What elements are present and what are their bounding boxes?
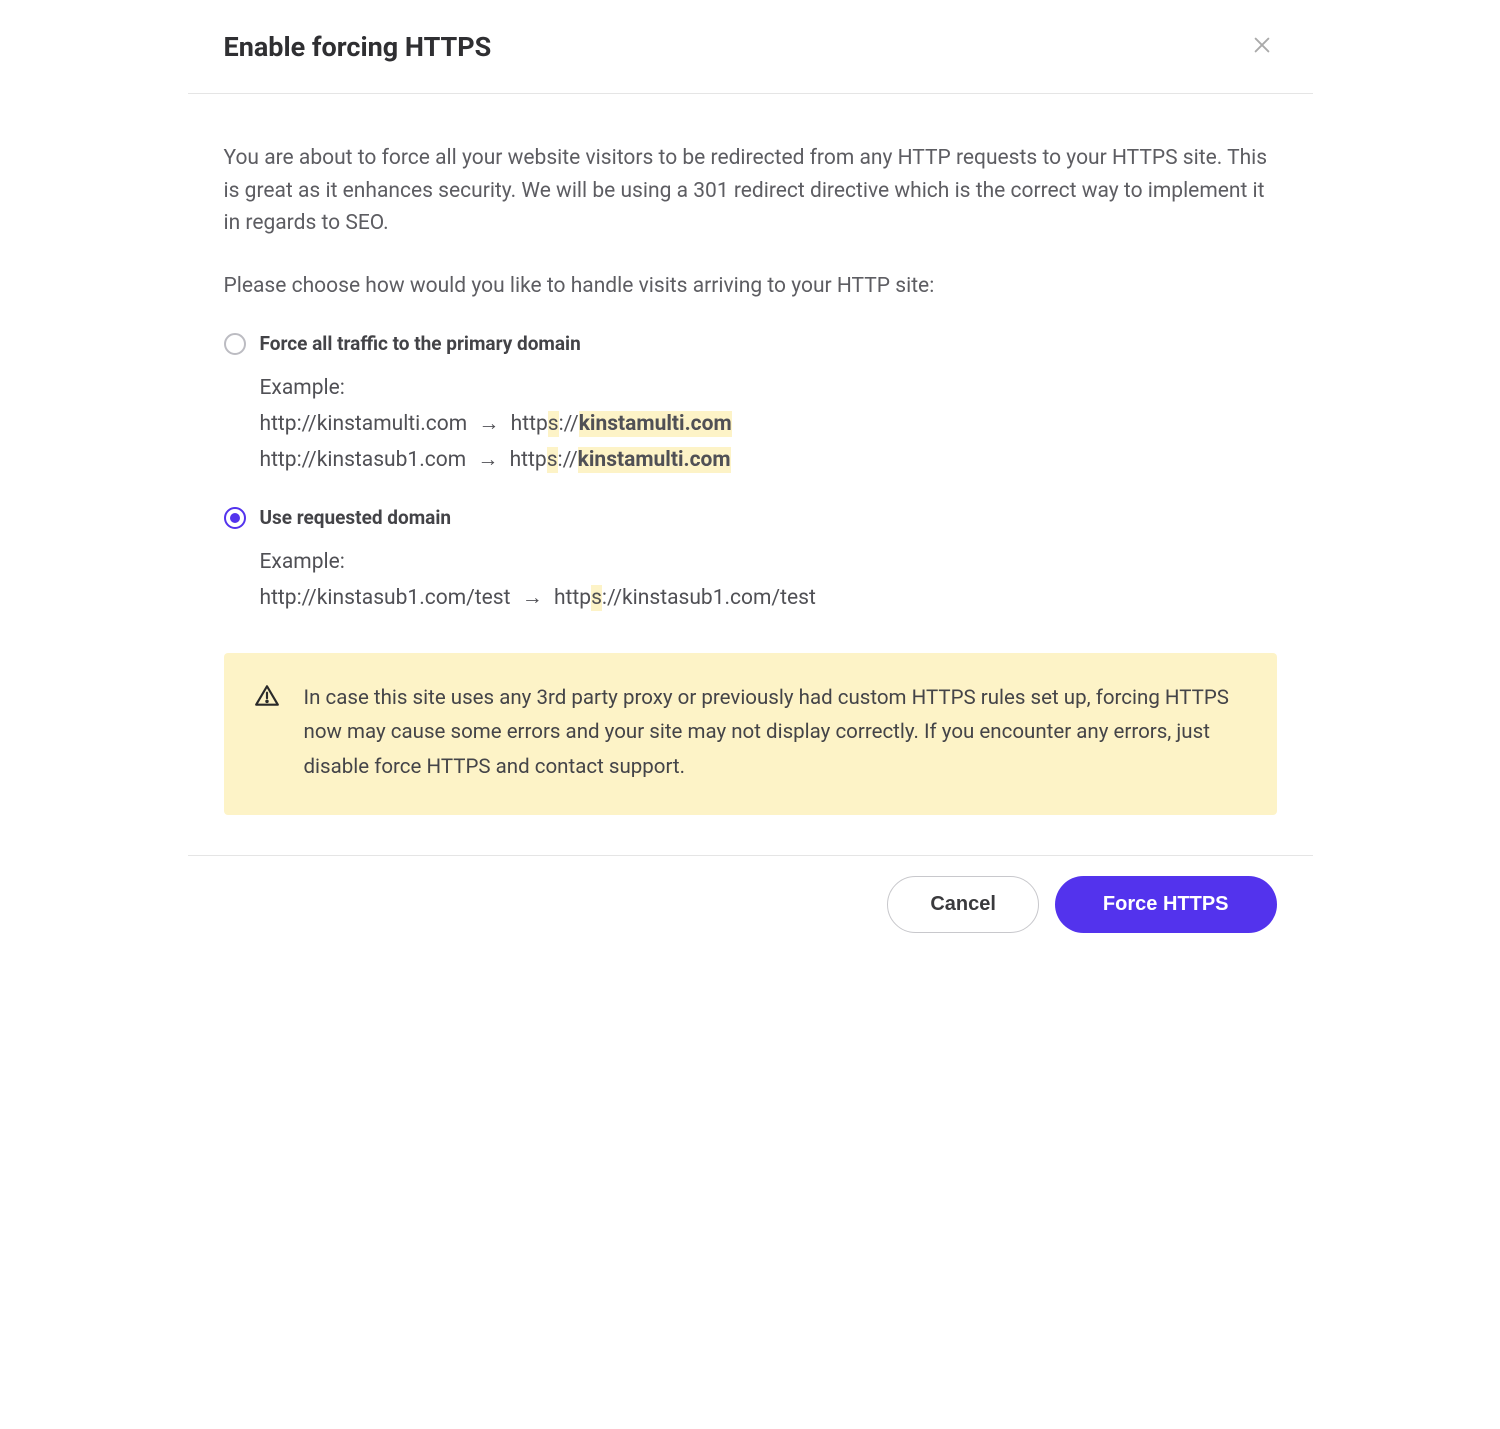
example-label: Example: (260, 371, 1277, 407)
radio-checked[interactable] (224, 507, 246, 529)
example-label: Example: (260, 545, 1277, 581)
example-to-scheme: :// (558, 448, 578, 472)
option-header[interactable]: Use requested domain (224, 506, 1277, 529)
example-to-rest: ://kinstasub1.com/test (602, 586, 816, 610)
force-https-modal: Enable forcing HTTPS You are about to fo… (188, 0, 1313, 969)
modal-body: You are about to force all your website … (188, 94, 1313, 855)
example-line: http://kinstasub1.com/test → https://kin… (260, 581, 1277, 617)
modal-header: Enable forcing HTTPS (188, 0, 1313, 94)
intro-paragraph-1: You are about to force all your website … (224, 142, 1277, 240)
example-line: http://kinstasub1.com → https://kinstamu… (260, 443, 1277, 479)
option-header[interactable]: Force all traffic to the primary domain (224, 332, 1277, 355)
warning-icon (254, 683, 280, 786)
example-to-prefix: http (510, 448, 547, 472)
highlight-domain: kinstamulti.com (578, 447, 731, 473)
highlight-s: s (548, 411, 559, 437)
example-line: http://kinstamulti.com → https://kinstam… (260, 407, 1277, 443)
radio-inner-dot (230, 513, 240, 523)
highlight-s: s (591, 585, 602, 611)
option-label: Use requested domain (260, 506, 452, 529)
example-from: http://kinstamulti.com (260, 412, 468, 436)
cancel-button[interactable]: Cancel (887, 876, 1039, 933)
arrow-icon: → (522, 581, 543, 617)
modal-footer: Cancel Force HTTPS (188, 855, 1313, 969)
example-block: Example: http://kinstasub1.com/test → ht… (260, 545, 1277, 616)
warning-text: In case this site uses any 3rd party pro… (304, 681, 1247, 786)
highlight-s: s (547, 447, 558, 473)
intro-paragraph-2: Please choose how would you like to hand… (224, 270, 1277, 303)
example-from: http://kinstasub1.com (260, 448, 467, 472)
radio-unchecked[interactable] (224, 333, 246, 355)
example-block: Example: http://kinstamulti.com → https:… (260, 371, 1277, 478)
example-to-prefix: http (511, 412, 548, 436)
warning-box: In case this site uses any 3rd party pro… (224, 653, 1277, 816)
example-to-prefix: http (554, 586, 591, 610)
close-button[interactable] (1247, 30, 1277, 63)
highlight-domain: kinstamulti.com (579, 411, 732, 437)
option-use-requested: Use requested domain Example: http://kin… (224, 506, 1277, 616)
modal-title: Enable forcing HTTPS (224, 31, 492, 63)
close-icon (1251, 34, 1273, 59)
option-label: Force all traffic to the primary domain (260, 332, 581, 355)
example-to-scheme: :// (559, 412, 579, 436)
force-https-button[interactable]: Force HTTPS (1055, 876, 1277, 933)
example-from: http://kinstasub1.com/test (260, 586, 511, 610)
arrow-icon: → (477, 443, 498, 479)
arrow-icon: → (478, 407, 499, 443)
option-force-primary: Force all traffic to the primary domain … (224, 332, 1277, 478)
